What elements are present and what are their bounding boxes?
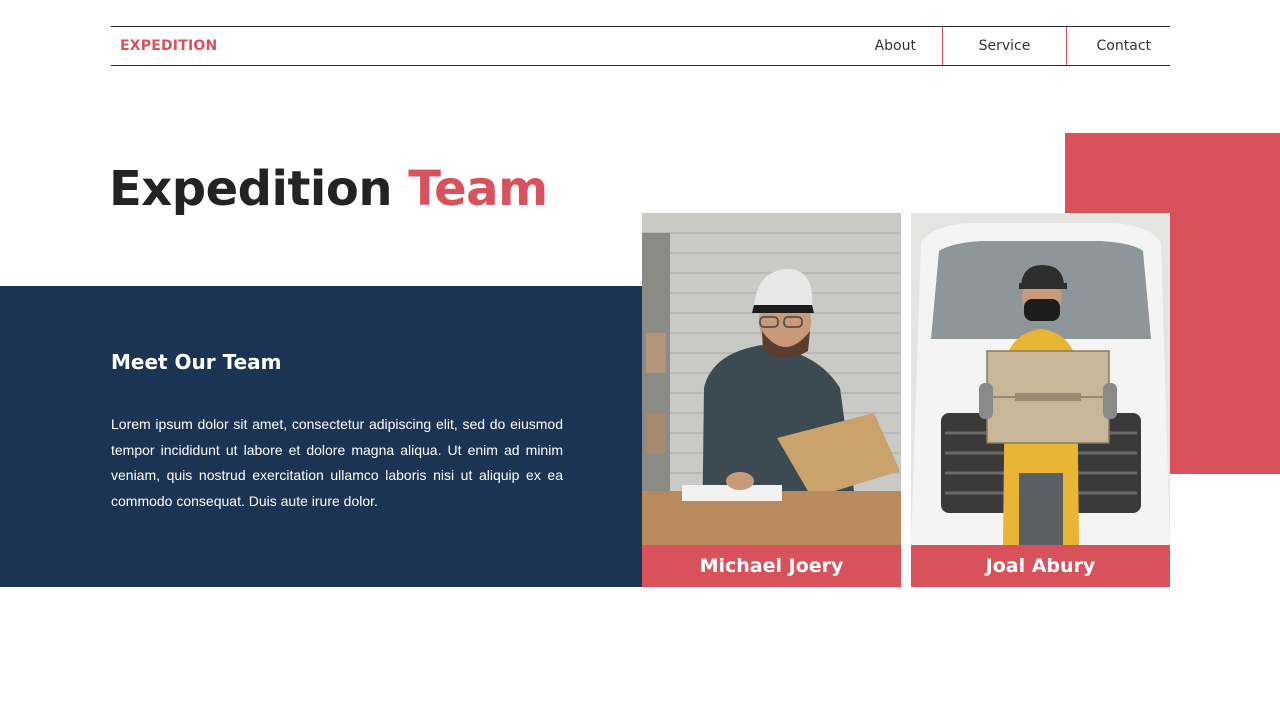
team-member-name: Michael Joery (642, 545, 901, 587)
team-member-photo (642, 213, 901, 545)
team-member-name: Joal Abury (911, 545, 1170, 587)
nav-link-service[interactable]: Service (942, 27, 1066, 65)
main-nav: About Service Contact (819, 27, 1170, 65)
team-member-card: Michael Joery (642, 213, 901, 587)
page-title-accent: Team (408, 161, 548, 217)
section-title: Meet Our Team (111, 350, 282, 374)
nav-link-contact[interactable]: Contact (1066, 27, 1170, 65)
page-title: Expedition Team (109, 161, 548, 217)
page-title-main: Expedition (109, 161, 393, 217)
section-description: Lorem ipsum dolor sit amet, consectetur … (111, 416, 563, 509)
team-intro-panel: Meet Our Team Lorem ipsum dolor sit amet… (0, 286, 642, 587)
nav-link-about[interactable]: About (819, 27, 942, 65)
team-member-card: Joal Abury (911, 213, 1170, 587)
brand-logo[interactable]: EXPEDITION (120, 27, 217, 65)
team-member-photo (911, 213, 1170, 545)
top-nav-bar: EXPEDITION About Service Contact (111, 26, 1170, 66)
